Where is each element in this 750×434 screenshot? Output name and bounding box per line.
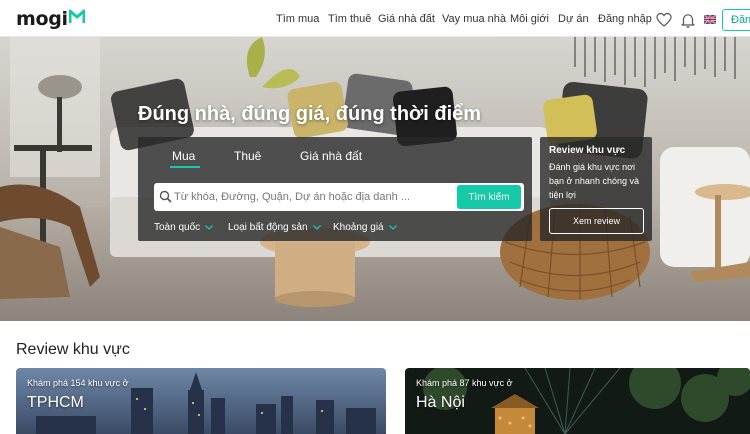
search-input[interactable] <box>174 188 450 206</box>
logo-mark-icon[interactable] <box>69 9 85 24</box>
logo[interactable]: mogi <box>16 8 68 30</box>
filter-location[interactable]: Toàn quốc <box>154 222 214 233</box>
filter-price-range-label: Khoảng giá <box>333 222 384 233</box>
tab-thue[interactable]: Thuê <box>234 149 261 163</box>
chevron-down-icon <box>312 224 321 230</box>
search-panel: Mua Thuê Giá nhà đất Tìm kiếm Toàn quốc … <box>138 137 532 241</box>
nav-gia-nha-dat[interactable]: Giá nhà đất <box>378 0 435 37</box>
post-listing-button[interactable]: Đăng <box>722 9 750 31</box>
tab-gia-nha-dat[interactable]: Giá nhà đất <box>300 149 362 163</box>
city-card-subtitle: Khám phá 87 khu vực ở <box>416 378 513 388</box>
search-button[interactable]: Tìm kiếm <box>457 185 521 209</box>
search-icon <box>159 190 172 203</box>
tab-mua[interactable]: Mua <box>172 149 195 163</box>
city-card-subtitle: Khám phá 154 khu vực ở <box>27 378 129 388</box>
top-header: mogi Tìm mua Tìm thuê Giá nhà đất Vay mu… <box>0 0 750 37</box>
filter-property-type[interactable]: Loại bất động sản <box>228 222 321 233</box>
search-box: Tìm kiếm <box>154 183 524 211</box>
review-promo-description: Đánh giá khu vực nơi bạn ở nhanh chóng v… <box>549 162 639 200</box>
filter-location-label: Toàn quốc <box>154 222 201 233</box>
bell-icon[interactable] <box>680 12 696 28</box>
city-card-name: Hà Nội <box>416 394 465 411</box>
heart-icon[interactable] <box>656 12 672 28</box>
active-tab-indicator <box>170 166 200 168</box>
review-promo-panel: Review khu vực Đánh giá khu vực nơi bạn … <box>540 137 652 241</box>
chevron-down-icon <box>205 224 214 230</box>
filter-property-type-label: Loại bất động sản <box>228 222 308 233</box>
review-section-title: Review khu vực <box>16 341 130 358</box>
city-card-name: TPHCM <box>27 394 84 411</box>
uk-flag-icon[interactable] <box>704 15 716 24</box>
chevron-down-icon <box>388 224 397 230</box>
nav-du-an[interactable]: Dự án <box>558 0 589 37</box>
nav-vay-mua-nha[interactable]: Vay mua nhà <box>442 0 506 37</box>
nav-moi-gioi[interactable]: Môi giới <box>510 0 549 37</box>
filter-price-range[interactable]: Khoảng giá <box>333 222 397 233</box>
city-card-ha-noi[interactable]: Khám phá 87 khu vực ở Hà Nội <box>405 368 750 434</box>
nav-tim-thue[interactable]: Tìm thuê <box>328 0 371 37</box>
hero-banner: Đúng nhà, đúng giá, đúng thời điểm Mua T… <box>0 37 750 321</box>
nav-dang-nhap[interactable]: Đăng nhập <box>598 0 652 37</box>
city-card-tphcm[interactable]: Khám phá 154 khu vực ở TPHCM <box>16 368 386 434</box>
review-promo-title: Review khu vực <box>549 145 626 156</box>
hero-title: Đúng nhà, đúng giá, đúng thời điểm <box>138 103 482 125</box>
nav-tim-mua[interactable]: Tìm mua <box>276 0 319 37</box>
view-review-button[interactable]: Xem review <box>549 208 644 234</box>
